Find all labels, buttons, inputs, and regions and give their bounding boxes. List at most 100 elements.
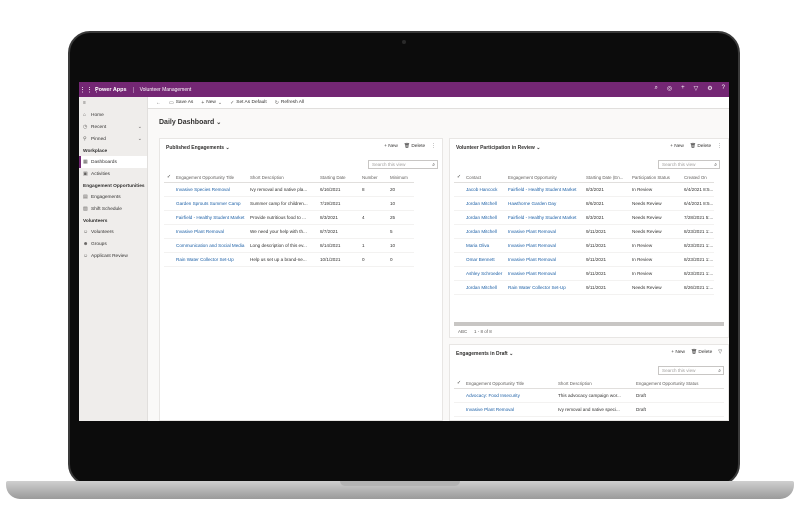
search-icon[interactable]: ⌕ (714, 161, 717, 169)
table-row[interactable]: Garden Sprouts Summer Camp Summer camp fo… (164, 197, 414, 211)
column-header[interactable]: Participation Status (630, 175, 682, 180)
delete-button[interactable]: 🗑 Delete (404, 144, 425, 149)
sidebar-item-activities[interactable]: ▣ Activities (79, 168, 147, 180)
table-cell[interactable]: Garden Sprouts Summer Camp (174, 201, 248, 206)
sidebar-item-groups[interactable]: ☻ Groups (79, 238, 147, 250)
table-row[interactable]: Advocacy: Food Insecurity This advocacy c… (454, 389, 724, 403)
plus-icon[interactable]: + (681, 85, 685, 92)
table-row[interactable]: Fairfield - Healthy Student Market Provid… (164, 211, 414, 225)
app-name[interactable]: Volunteer Management (140, 87, 192, 93)
column-header[interactable]: Short Description (248, 175, 318, 180)
chevron-down-icon[interactable]: ⌄ (138, 136, 142, 142)
select-all-checkbox[interactable]: ✓ (454, 174, 464, 180)
column-header[interactable]: Engagement Opportunity Title (464, 381, 556, 386)
new-button[interactable]: + New (384, 144, 398, 149)
column-header[interactable]: Created On (682, 175, 714, 180)
sidebar-item-dashboards[interactable]: ▦ Dashboards (79, 156, 147, 168)
help-icon[interactable]: ? (722, 85, 725, 92)
table-cell[interactable]: Advocacy: Food Insecurity (464, 393, 556, 398)
table-cell[interactable]: Maria Oliva (464, 243, 506, 248)
table-cell[interactable]: Invasive Plant Removal (506, 243, 584, 248)
table-cell[interactable]: Hawthorne Garden Day (506, 201, 584, 206)
sidebar-item-applicant-review[interactable]: ☺ Applicant Review (79, 250, 147, 262)
table-row[interactable]: Invasive Plant Removal We need your help … (164, 225, 414, 239)
table-row[interactable]: Jordan Mitchell Invasive Plant Removal 9/1… (454, 225, 714, 239)
column-header[interactable]: Engagement Opportunity Status (634, 381, 724, 386)
waffle-icon[interactable]: ⋮⋮⋮ (79, 86, 100, 94)
alpha-filter[interactable]: ABC (458, 329, 467, 334)
panel-title[interactable]: Volunteer Participation in Review ⌄ (456, 145, 540, 151)
dashboard-selector[interactable]: Daily Dashboard ⌄ (159, 119, 221, 126)
table-cell[interactable]: Invasive Plant Removal (464, 407, 556, 412)
sidebar-item-pinned[interactable]: ⚲ Pinned ⌄ (79, 133, 147, 145)
table-cell[interactable]: Ashley Schroeder (464, 271, 506, 276)
table-row[interactable]: Maria Oliva Invasive Plant Removal 9/11/20… (454, 239, 714, 253)
table-row[interactable]: Omar Bennett Invasive Plant Removal 9/11/2… (454, 253, 714, 267)
save-as-button[interactable]: ▭ Save As (169, 100, 193, 106)
table-cell[interactable]: Jordan Mitchell (464, 285, 506, 290)
table-cell[interactable]: Rain Water Collector Set-Up (506, 285, 584, 290)
filter-icon[interactable]: ▽ (694, 85, 699, 92)
table-row[interactable]: Jordan Mitchell Hawthorne Garden Day 8/6/2… (454, 197, 714, 211)
table-cell[interactable]: Jordan Mitchell (464, 215, 506, 220)
table-cell[interactable]: Fairfield - Healthy Student Market (506, 187, 584, 192)
table-row[interactable]: Ashley Schroeder Invasive Plant Removal 9/… (454, 267, 714, 281)
sidebar-item-home[interactable]: ⌂ Home (79, 109, 147, 121)
table-cell[interactable]: Communication and Social Media (174, 243, 248, 248)
column-header[interactable]: Engagement Opportunity (506, 175, 584, 180)
chevron-down-icon[interactable]: ⌄ (138, 124, 142, 130)
column-header[interactable]: Starting Date (318, 175, 360, 180)
search-input[interactable]: Search this view ⌕ (368, 160, 438, 169)
search-input[interactable]: Search this view ⌕ (658, 160, 720, 169)
search-icon[interactable]: ⌕ (432, 161, 435, 169)
table-cell[interactable]: Omar Bennett (464, 257, 506, 262)
column-header[interactable]: Contact (464, 175, 506, 180)
table-row[interactable]: Jacob Hancock Fairfield - Healthy Student… (454, 183, 714, 197)
search-icon[interactable]: ⌕ (718, 367, 721, 375)
table-row[interactable]: Communication and Social Media Long descr… (164, 239, 414, 253)
more-icon[interactable]: ⋮ (431, 144, 436, 149)
delete-button[interactable]: 🗑 Delete (690, 144, 711, 149)
column-header[interactable]: Short Description (556, 381, 634, 386)
column-header[interactable]: Engagement Opportunity Title (174, 175, 248, 180)
table-cell[interactable]: Fairfield - Healthy Student Market (174, 215, 248, 220)
delete-button[interactable]: 🗑 Delete (691, 350, 712, 355)
table-row[interactable]: Jordan Mitchell Rain Water Collector Set-… (454, 281, 714, 295)
panel-title[interactable]: Engagements in Draft ⌄ (456, 351, 513, 357)
table-cell[interactable]: Invasive Plant Removal (506, 271, 584, 276)
table-row[interactable]: Invasive Plant Removal Ivy removal and na… (454, 403, 724, 417)
new-button[interactable]: + New (671, 350, 685, 355)
table-cell[interactable]: Invasive Plant Removal (174, 229, 248, 234)
select-all-checkbox[interactable]: ✓ (164, 174, 174, 180)
column-header[interactable]: Number (360, 175, 388, 180)
filter-icon[interactable]: ▽ (718, 350, 722, 355)
sidebar-item-recent[interactable]: ◷ Recent ⌄ (79, 121, 147, 133)
table-row[interactable]: Invasive Species Removal Ivy removal and … (164, 183, 414, 197)
set-default-button[interactable]: ✓ Set As Default (230, 100, 267, 106)
lightbulb-icon[interactable]: ◎ (667, 85, 672, 92)
back-button[interactable]: ← (156, 100, 161, 106)
sidebar-item-engagements[interactable]: ▤ Engagements (79, 191, 147, 203)
sidebar-item-shift-schedule[interactable]: ▧ Shift Schedule (79, 203, 147, 215)
column-header[interactable]: Starting Date (En... (584, 175, 630, 180)
table-cell[interactable]: Invasive Plant Removal (506, 229, 584, 234)
table-cell[interactable]: Fairfield - Healthy Student Market (506, 215, 584, 220)
sidebar-item-volunteers[interactable]: ☺ Volunteers (79, 226, 147, 238)
table-cell[interactable]: Jacob Hancock (464, 187, 506, 192)
table-cell[interactable]: Invasive Species Removal (174, 187, 248, 192)
table-cell[interactable]: Jordan Mitchell (464, 201, 506, 206)
panel-title[interactable]: Published Engagements ⌄ (166, 145, 230, 151)
search-icon[interactable]: ⌕ (655, 85, 658, 92)
table-row[interactable]: Rain Water Collector Set-Up Help us set u… (164, 253, 414, 267)
new-button[interactable]: + New (670, 144, 684, 149)
table-cell[interactable]: Jordan Mitchell (464, 229, 506, 234)
brand-name[interactable]: Power Apps (95, 86, 134, 93)
column-header[interactable]: Minimum (388, 175, 414, 180)
new-button[interactable]: + New ⌄ (201, 100, 222, 106)
search-input[interactable]: Search this view ⌕ (658, 366, 724, 375)
table-cell[interactable]: Invasive Plant Removal (506, 257, 584, 262)
table-row[interactable]: Jordan Mitchell Fairfield - Healthy Stude… (454, 211, 714, 225)
refresh-all-button[interactable]: ↻ Refresh All (275, 100, 304, 106)
hamburger-menu[interactable]: ≡ (79, 97, 147, 109)
gear-icon[interactable]: ⚙ (707, 85, 712, 92)
